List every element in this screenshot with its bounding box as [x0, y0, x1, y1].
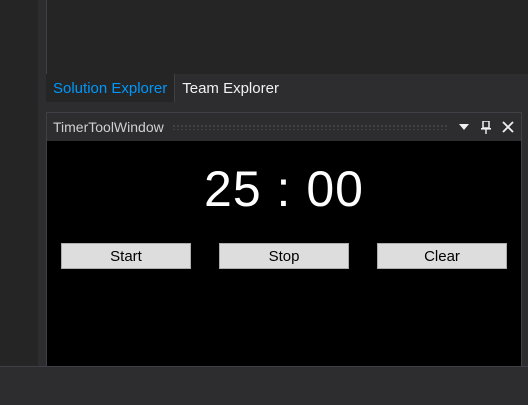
explorer-panel [46, 0, 528, 74]
tab-team-explorer[interactable]: Team Explorer [174, 74, 286, 102]
ide-window: Solution Explorer Team Explorer TimerToo… [0, 0, 528, 405]
titlebar-icons [457, 120, 521, 134]
stop-button[interactable]: Stop [219, 243, 349, 269]
timer-controls: Start Stop Clear [47, 243, 521, 269]
splitter[interactable] [38, 0, 46, 366]
editor-area [0, 0, 38, 366]
clear-button[interactable]: Clear [377, 243, 507, 269]
tool-window-title: TimerToolWindow [53, 119, 164, 135]
tool-window-titlebar[interactable]: TimerToolWindow [47, 113, 521, 141]
timer-tool-window: TimerToolWindow 25: 00 Start Stop Clear [46, 112, 522, 368]
explorer-tabbar: Solution Explorer Team Explorer [46, 74, 528, 102]
titlebar-grip [171, 124, 449, 130]
close-icon[interactable] [501, 120, 515, 134]
start-button[interactable]: Start [61, 243, 191, 269]
timer-display: 25 : 00 [204, 161, 364, 217]
pin-icon[interactable] [479, 120, 493, 134]
dropdown-icon[interactable] [457, 120, 471, 134]
tab-solution-explorer[interactable]: Solution Explorer [46, 74, 175, 102]
bottom-panel [0, 366, 528, 405]
